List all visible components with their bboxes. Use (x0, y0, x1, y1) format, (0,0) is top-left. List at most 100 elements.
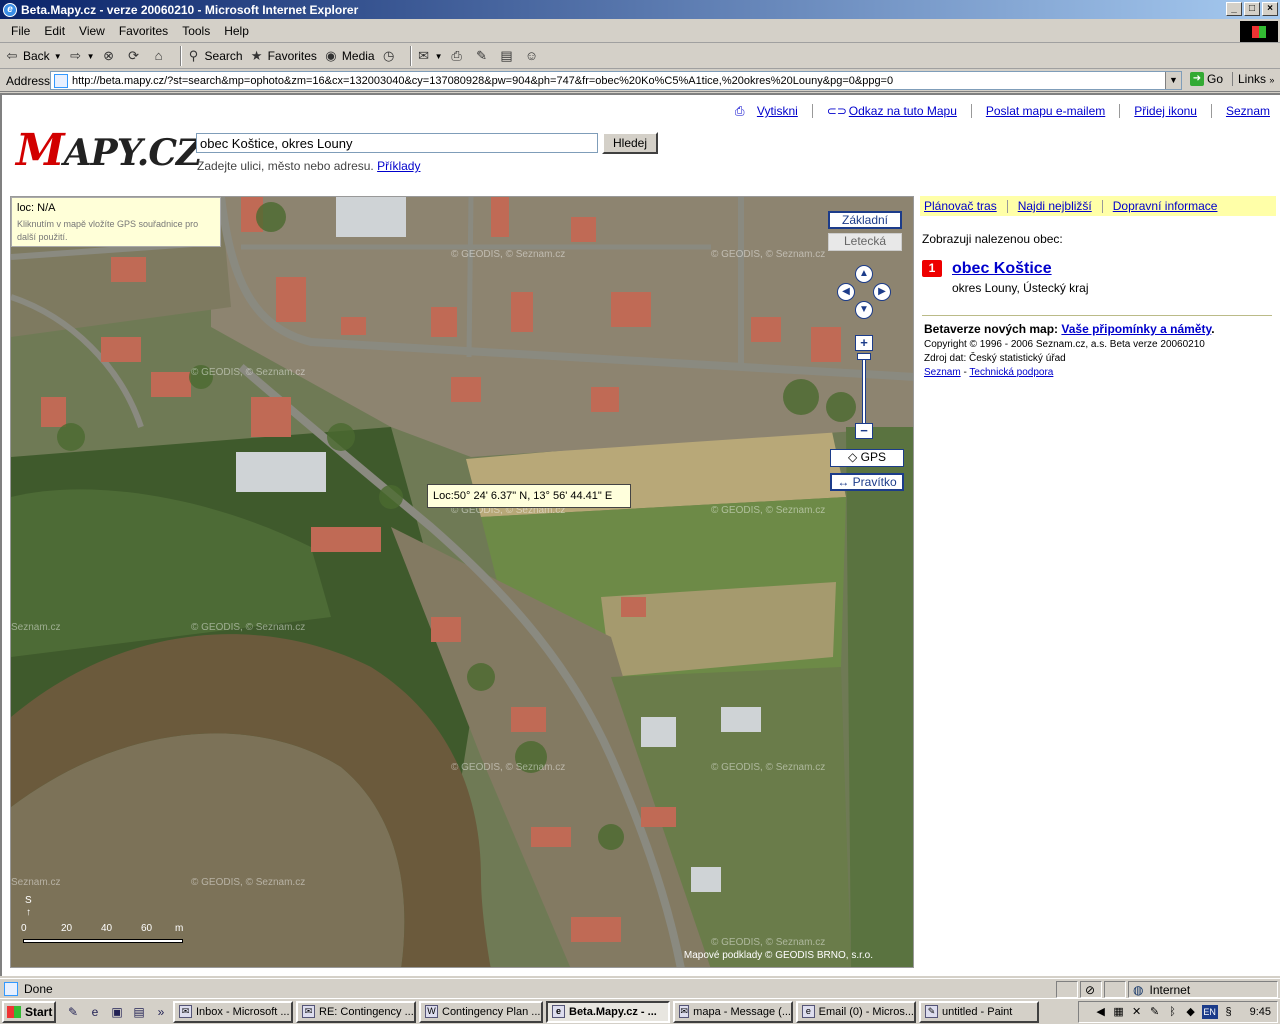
mapy-logo[interactable]: MAPY.CZ (16, 125, 202, 176)
pan-right-icon[interactable]: ▶ (873, 283, 891, 301)
menu-tools[interactable]: Tools (175, 24, 217, 38)
search-button[interactable]: ⚲ Search (186, 48, 243, 64)
refresh-button[interactable]: ⟳ (126, 48, 145, 64)
task-email[interactable]: e Email (0) - Micros... (796, 1000, 916, 1023)
history-button[interactable]: ◷ (381, 48, 400, 64)
quick-launch: ✎ e ▣ ▤ » (64, 1003, 170, 1021)
address-label: Address (6, 73, 51, 88)
pen-icon[interactable]: ✎ (1148, 1005, 1162, 1019)
link-send-email[interactable]: Poslat mapu e-mailem (986, 104, 1105, 118)
more-quick-icon[interactable]: » (152, 1003, 170, 1021)
edit-button[interactable]: ✎ (474, 48, 493, 64)
outlook-icon: ✉ (179, 1005, 192, 1018)
links-button[interactable]: Links » (1232, 72, 1274, 86)
mail-dropdown-icon[interactable]: ▼ (435, 52, 443, 61)
menu-view[interactable]: View (72, 24, 112, 38)
close-button[interactable]: × (1262, 2, 1278, 16)
search-input[interactable] (196, 133, 598, 153)
zoom-slider-track[interactable] (862, 355, 866, 425)
go-button[interactable]: ➜ Go (1190, 72, 1223, 86)
mail-icon: ✉ (302, 1005, 315, 1018)
task-inbox[interactable]: ✉ Inbox - Microsoft ... (173, 1000, 293, 1023)
discuss-button[interactable]: ▤ (499, 48, 518, 64)
clock: 9:45 (1249, 1006, 1271, 1018)
messenger-button[interactable]: ☺ (524, 48, 543, 64)
task-mapa-message[interactable]: ✉ mapa - Message (... (673, 1000, 793, 1023)
mail-button[interactable]: ✉ ▼ (416, 48, 443, 64)
feedback-link[interactable]: Vaše připomínky a náměty (1061, 322, 1211, 336)
link-print[interactable]: Vytiskni (757, 104, 798, 118)
map-type-base-button[interactable]: Základní (828, 211, 902, 229)
back-dropdown-icon[interactable]: ▼ (54, 52, 62, 61)
task-beta-mapy[interactable]: e Beta.Mapy.cz - ... (546, 1000, 670, 1023)
map-type-aerial-button[interactable]: Letecká (828, 233, 902, 251)
maximize-button[interactable]: □ (1244, 2, 1260, 16)
pan-down-icon[interactable]: ▼ (855, 301, 873, 319)
forward-dropdown-icon[interactable]: ▼ (87, 52, 95, 61)
start-button[interactable]: Start (2, 1000, 56, 1023)
zoom-in-button[interactable]: + (855, 335, 873, 351)
taskbar: Start ✎ e ▣ ▤ » ✉ Inbox - Microsoft ... ✉… (0, 998, 1280, 1024)
task-re-contingency[interactable]: ✉ RE: Contingency ... (296, 1000, 416, 1023)
edit-icon: ✎ (476, 48, 487, 63)
found-label: Zobrazuji nalezenou obec: (922, 232, 1063, 246)
menu-favorites[interactable]: Favorites (112, 24, 175, 38)
ruler-button[interactable]: ↔ Pravítko (830, 473, 904, 491)
panel-links: Plánovač tras Najdi nejbližší Dopravní i… (920, 196, 1276, 216)
address-input[interactable]: http://beta.mapy.cz/?st=search&mp=ophoto… (50, 71, 1182, 90)
favorites-button[interactable]: ★ Favorites (249, 48, 317, 64)
network-error-icon[interactable]: ✕ (1130, 1005, 1144, 1019)
stop-button[interactable]: ⊗ (101, 48, 120, 64)
ie-quick-icon[interactable]: e (86, 1003, 104, 1021)
footer-seznam-link[interactable]: Seznam (924, 367, 961, 378)
result-item[interactable]: 1 obec Koštice okres Louny, Ústecký kraj (922, 260, 1276, 295)
desktop-quick-icon[interactable]: ▣ (108, 1003, 126, 1021)
footer-support-link[interactable]: Technická podpora (969, 367, 1053, 378)
pan-left-icon[interactable]: ◀ (837, 283, 855, 301)
link-find-nearest[interactable]: Najdi nejbližší (1018, 199, 1092, 213)
volume-icon[interactable]: ◀ (1094, 1005, 1108, 1019)
task-label: RE: Contingency ... (319, 1005, 414, 1018)
link-route-planner[interactable]: Plánovač tras (924, 199, 997, 213)
watermark: © GEODIS, © Seznam.cz (711, 937, 826, 948)
home-button[interactable]: ⌂ (151, 48, 170, 64)
zoom-out-button[interactable]: − (855, 423, 873, 439)
task-contingency-plan[interactable]: W Contingency Plan ... (419, 1000, 543, 1023)
watermark: Seznam.cz (11, 877, 61, 888)
bluetooth-icon[interactable]: ᛒ (1166, 1005, 1180, 1019)
zoom-slider-handle[interactable] (857, 353, 871, 360)
status-text: Done (24, 981, 53, 996)
aerial-photo (11, 197, 913, 967)
panel-footer: Seznam - Technická podpora (924, 367, 1276, 378)
print-button[interactable]: ⎙ (449, 48, 468, 64)
result-name-link[interactable]: obec Koštice (952, 260, 1089, 278)
security-icon[interactable]: ◆ (1184, 1005, 1198, 1019)
menu-edit[interactable]: Edit (37, 24, 72, 38)
explorer-quick-icon[interactable]: ▤ (130, 1003, 148, 1021)
menu-help[interactable]: Help (217, 24, 256, 38)
examples-link[interactable]: Příklady (377, 159, 420, 173)
gps-button[interactable]: ◇ GPS (830, 449, 904, 467)
watermark: © GEODIS, © Seznam.cz (711, 762, 826, 773)
link-add-icon[interactable]: Přidej ikonu (1134, 104, 1197, 118)
pan-up-icon[interactable]: ▲ (855, 265, 873, 283)
address-dropdown-icon[interactable]: ▼ (1165, 72, 1181, 89)
sync-icon[interactable]: § (1222, 1005, 1236, 1019)
popup-blocked-icon[interactable]: ⊘ (1080, 981, 1102, 998)
menu-file[interactable]: File (4, 24, 37, 38)
task-paint[interactable]: ✎ untitled - Paint (919, 1000, 1039, 1023)
hint-text: Zadejte ulici, město nebo adresu. (197, 159, 374, 173)
north-arrow-icon: ↑ (26, 907, 31, 918)
media-button[interactable]: ◉ Media (323, 48, 374, 64)
map-canvas[interactable]: © GEODIS, © Seznam.cz © GEODIS, © Seznam… (10, 196, 914, 968)
forward-button[interactable]: ⇨ ▼ (68, 48, 95, 64)
network-icon[interactable]: ▦ (1112, 1005, 1126, 1019)
link-map-url[interactable]: Odkaz na tuto Mapu (849, 104, 957, 118)
link-traffic-info[interactable]: Dopravní informace (1113, 199, 1218, 213)
minimize-button[interactable]: _ (1226, 2, 1242, 16)
back-button[interactable]: ⇦ Back ▼ (4, 48, 62, 64)
link-seznam[interactable]: Seznam (1226, 104, 1270, 118)
search-submit-button[interactable]: Hledej (602, 132, 658, 154)
outlook-quick-icon[interactable]: ✎ (64, 1003, 82, 1021)
language-indicator[interactable]: EN (1201, 1005, 1218, 1019)
